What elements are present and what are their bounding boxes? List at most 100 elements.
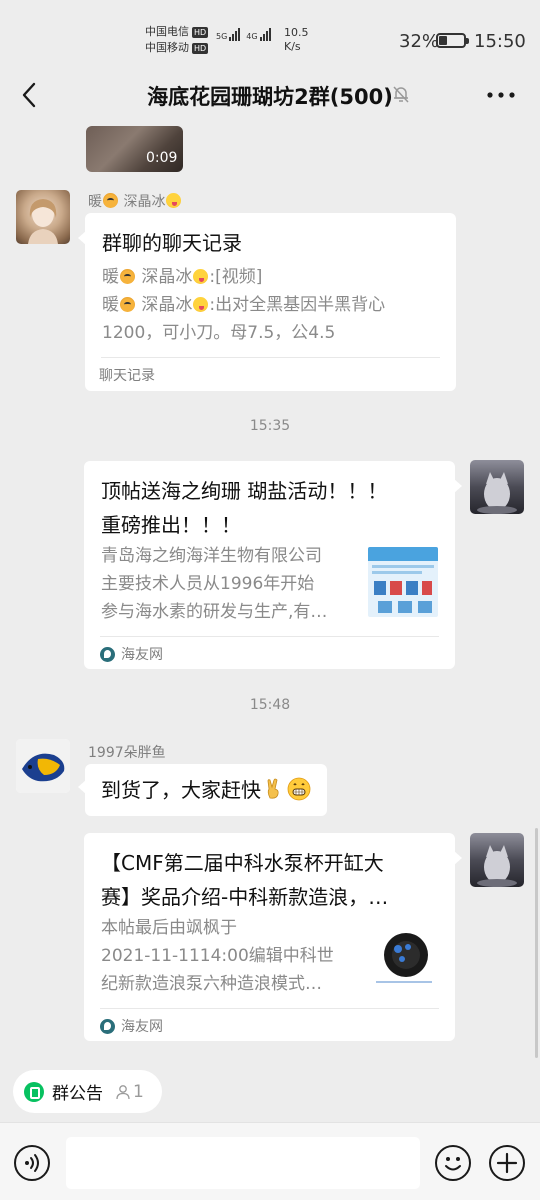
timestamp: 15:35 — [249, 418, 291, 434]
card-footer-label: 聊天记录 — [99, 368, 155, 384]
announcement-count: 1 — [133, 1081, 144, 1102]
tiger-emoji-icon — [103, 193, 118, 208]
zany-face-emoji-icon — [193, 297, 209, 312]
card-title: 顶帖送海之绚珊 瑚盐活动！！！ 重磅推出！！！ — [101, 474, 387, 542]
victory-hand-emoji-icon — [267, 778, 279, 799]
history-line-part: 暖 — [102, 267, 119, 287]
card-divider — [101, 357, 440, 358]
battery-level — [439, 36, 447, 45]
sender-name: 暖 深晶冰 — [88, 191, 182, 211]
emoji-face-icon — [445, 1157, 461, 1171]
battery-percent: 32% — [399, 31, 440, 52]
card-source-label: 海友网 — [121, 647, 163, 663]
chat-scrollbar[interactable] — [535, 828, 538, 1058]
card-desc-line: 主要技术人员从1996年开始 — [101, 574, 315, 594]
more-dots-icon[interactable] — [486, 90, 516, 100]
avatar[interactable] — [16, 739, 70, 793]
link-card[interactable]: 顶帖送海之绚珊 瑚盐活动！！！ 重磅推出！！！ 青岛海之绚海洋生物有限公司 主要… — [84, 461, 462, 669]
message-text: 到货了，大家赶快 — [101, 778, 261, 802]
link-thumbnail-image — [368, 919, 438, 989]
clock: 15:50 — [474, 31, 526, 52]
avatar[interactable] — [470, 833, 524, 887]
emoji-button[interactable] — [435, 1145, 471, 1181]
announcement-bar: 群公告 1 — [0, 1060, 540, 1122]
card-history-lines: 暖 深晶冰 :[视频] 暖 深晶冰 :出对全黑基因半黑背心 1200，可小刀。母7.… — [102, 263, 385, 347]
signal-4g-icon: 4G — [246, 28, 271, 41]
carrier-1-label: 中国电信 — [145, 25, 189, 38]
history-line-part: 深晶冰 — [141, 267, 193, 287]
signal-5g-icon: 5G — [216, 28, 241, 41]
card-desc-line: 青岛海之绚海洋生物有限公司 — [101, 546, 322, 566]
sender-name: 1997朵胖鱼 — [88, 745, 166, 761]
hd-badge: HD — [192, 26, 209, 38]
signal-icons: 5G 4G — [216, 28, 271, 41]
card-divider — [100, 1008, 439, 1009]
input-bar — [0, 1122, 540, 1200]
avatar-image — [16, 739, 70, 793]
user-icon — [116, 1084, 130, 1099]
announcement-label: 群公告 — [52, 1084, 103, 1104]
text-message-bubble[interactable]: 到货了，大家赶快 — [78, 764, 327, 816]
tiger-emoji-icon — [120, 269, 135, 284]
zany-face-emoji-icon — [166, 193, 182, 208]
hd-badge: HD — [192, 42, 209, 54]
plus-icon — [496, 1152, 518, 1174]
card-description: 本帖最后由飒枫于 2021-11-1114:00编辑中科世 纪新款造浪泵六种造浪… — [101, 914, 334, 998]
haiyou-logo-icon — [100, 646, 115, 662]
avatar[interactable] — [16, 190, 70, 244]
card-source: 海友网 — [100, 644, 163, 664]
carrier-2-label: 中国移动 — [145, 41, 189, 54]
card-title-line: 【CMF第二届中科水泵杯开缸大 — [101, 851, 384, 875]
battery-icon — [436, 33, 469, 48]
avatar[interactable] — [470, 460, 524, 514]
history-line-part: 深晶冰 — [141, 295, 193, 315]
sender-name-part: 深晶冰 — [123, 194, 166, 210]
chat-title: 海底花园珊瑚坊2群(500) — [147, 85, 393, 109]
card-title-line: 重磅推出！！！ — [101, 513, 241, 537]
bell-off-icon — [393, 86, 409, 103]
history-line-part: :[视频] — [209, 267, 263, 287]
network-speed: 10.5 K/s — [284, 26, 309, 54]
video-duration: 0:09 — [146, 150, 178, 166]
card-desc-line: 本帖最后由飒枫于 — [101, 918, 237, 938]
card-desc-line: 纪新款造浪泵六种造浪模式… — [101, 974, 322, 994]
card-source-label: 海友网 — [121, 1019, 163, 1035]
link-thumbnail-image — [368, 547, 438, 617]
grinning-face-emoji-icon — [287, 777, 311, 801]
avatar-image — [477, 472, 517, 514]
chat-header: 海底花园珊瑚坊2群(500) — [0, 70, 540, 120]
zany-face-emoji-icon — [193, 269, 209, 284]
video-message-thumbnail[interactable]: 0:09 — [86, 126, 183, 172]
history-line-3: 1200，可小刀。母7.5，公4.5 — [102, 323, 336, 343]
sender-name-part: 暖 — [88, 194, 102, 210]
card-title: 群聊的聊天记录 — [102, 231, 242, 255]
card-divider — [100, 636, 439, 637]
carrier-info: 中国电信 HD 中国移动 HD — [145, 24, 209, 56]
card-desc-line: 2021-11-1114:00编辑中科世 — [101, 946, 334, 966]
card-title-line: 赛】奖品介绍-中科新款造浪，… — [101, 885, 389, 909]
card-source: 海友网 — [100, 1016, 163, 1036]
announcement-icon — [24, 1081, 44, 1102]
card-footer: 聊天记录 — [99, 365, 155, 385]
group-announcement-button[interactable]: 群公告 1 — [13, 1070, 162, 1113]
card-desc-line: 参与海水素的研发与生产,有… — [101, 602, 328, 622]
network-speed-unit: K/s — [284, 40, 301, 53]
more-functions-button[interactable] — [489, 1145, 525, 1181]
voice-icon — [25, 1154, 39, 1172]
history-line-part: 暖 — [102, 295, 119, 315]
timestamp: 15:48 — [249, 697, 291, 713]
card-description: 青岛海之绚海洋生物有限公司 主要技术人员从1996年开始 参与海水素的研发与生产… — [101, 542, 327, 626]
history-line-part: :出对全黑基因半黑背心 — [209, 295, 386, 315]
history-line-1: 暖 深晶冰 :[视频] — [102, 263, 385, 291]
network-speed-value: 10.5 — [284, 26, 309, 39]
message-input[interactable] — [66, 1137, 420, 1189]
status-bar: 中国电信 HD 中国移动 HD 5G 4G 10.5 K/s 32% 15:50 — [0, 0, 540, 80]
card-title: 【CMF第二届中科水泵杯开缸大 赛】奖品介绍-中科新款造浪，… — [101, 846, 388, 914]
card-title-line: 顶帖送海之绚珊 瑚盐活动！！！ — [101, 479, 388, 503]
voice-input-button[interactable] — [14, 1145, 50, 1181]
signal-5g-label: 5G — [216, 32, 228, 41]
chat-history-card[interactable]: 群聊的聊天记录 暖 深晶冰 :[视频] 暖 深晶冰 :出对全黑基因半黑背心 1200… — [78, 213, 456, 391]
haiyou-logo-icon — [100, 1018, 115, 1034]
link-card[interactable]: 【CMF第二届中科水泵杯开缸大 赛】奖品介绍-中科新款造浪，… 本帖最后由飒枫于… — [84, 833, 462, 1041]
avatar-image — [28, 199, 58, 244]
